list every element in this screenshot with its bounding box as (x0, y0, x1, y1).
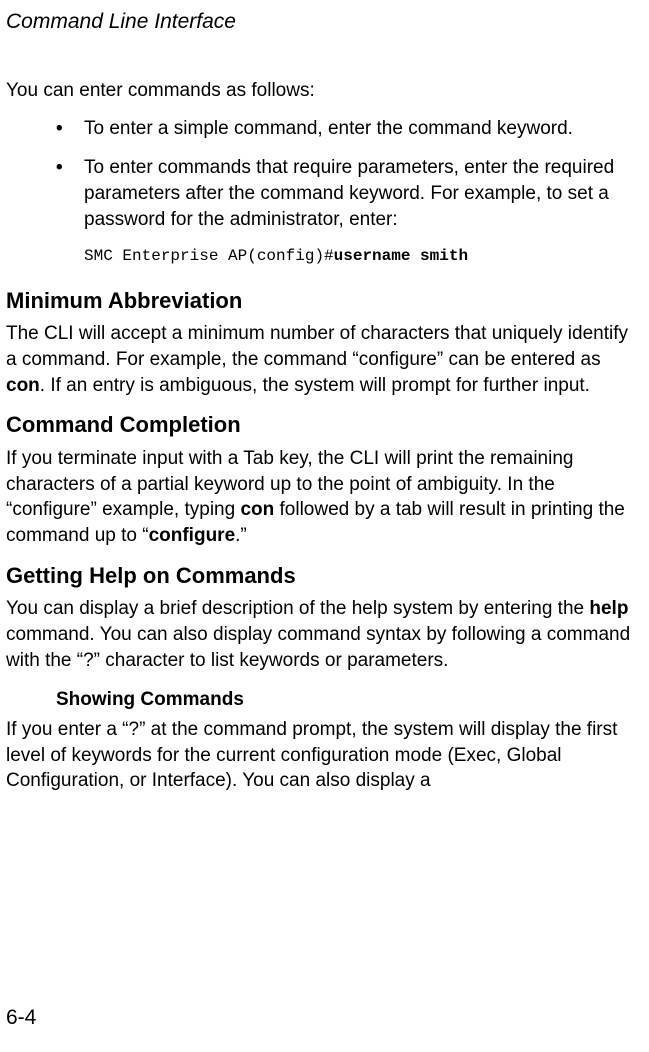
code-command: username smith (334, 247, 468, 265)
page: Command Line Interface You can enter com… (0, 0, 649, 1052)
body-content: You can enter commands as follows: • To … (6, 78, 639, 806)
text-bold: help (589, 598, 628, 619)
bullet-item: • To enter commands that require paramet… (6, 155, 639, 232)
text-run: You can display a brief description of t… (6, 598, 589, 619)
help-paragraph: You can display a brief description of t… (6, 596, 639, 673)
code-prefix: SMC Enterprise AP(config)# (84, 247, 334, 265)
section-heading-min-abbrev: Minimum Abbreviation (6, 286, 639, 316)
text-run: . If an entry is ambiguous, the system w… (40, 375, 590, 396)
running-header: Command Line Interface (6, 8, 236, 36)
text-bold: con (6, 375, 40, 396)
section-heading-help: Getting Help on Commands (6, 561, 639, 591)
subsection-heading-showing-commands: Showing Commands (56, 687, 639, 713)
cmd-completion-paragraph: If you terminate input with a Tab key, t… (6, 446, 639, 549)
bullet-text: To enter a simple command, enter the com… (84, 116, 639, 142)
text-bold: configure (149, 525, 236, 546)
min-abbrev-paragraph: The CLI will accept a minimum number of … (6, 321, 639, 398)
bullet-item: • To enter a simple command, enter the c… (6, 116, 639, 142)
bullet-text: To enter commands that require parameter… (84, 155, 639, 232)
code-example: SMC Enterprise AP(config)#username smith (84, 246, 639, 268)
text-run: The CLI will accept a minimum number of … (6, 323, 628, 370)
showing-commands-paragraph: If you enter a “?” at the command prompt… (6, 717, 639, 794)
bullet-dot-icon: • (56, 155, 84, 232)
intro-text: You can enter commands as follows: (6, 78, 639, 104)
text-run: .” (235, 525, 247, 546)
bullet-dot-icon: • (56, 116, 84, 142)
text-bold: con (240, 499, 274, 520)
page-number: 6-4 (6, 1004, 36, 1032)
section-heading-cmd-completion: Command Completion (6, 410, 639, 440)
text-run: command. You can also display command sy… (6, 624, 630, 671)
